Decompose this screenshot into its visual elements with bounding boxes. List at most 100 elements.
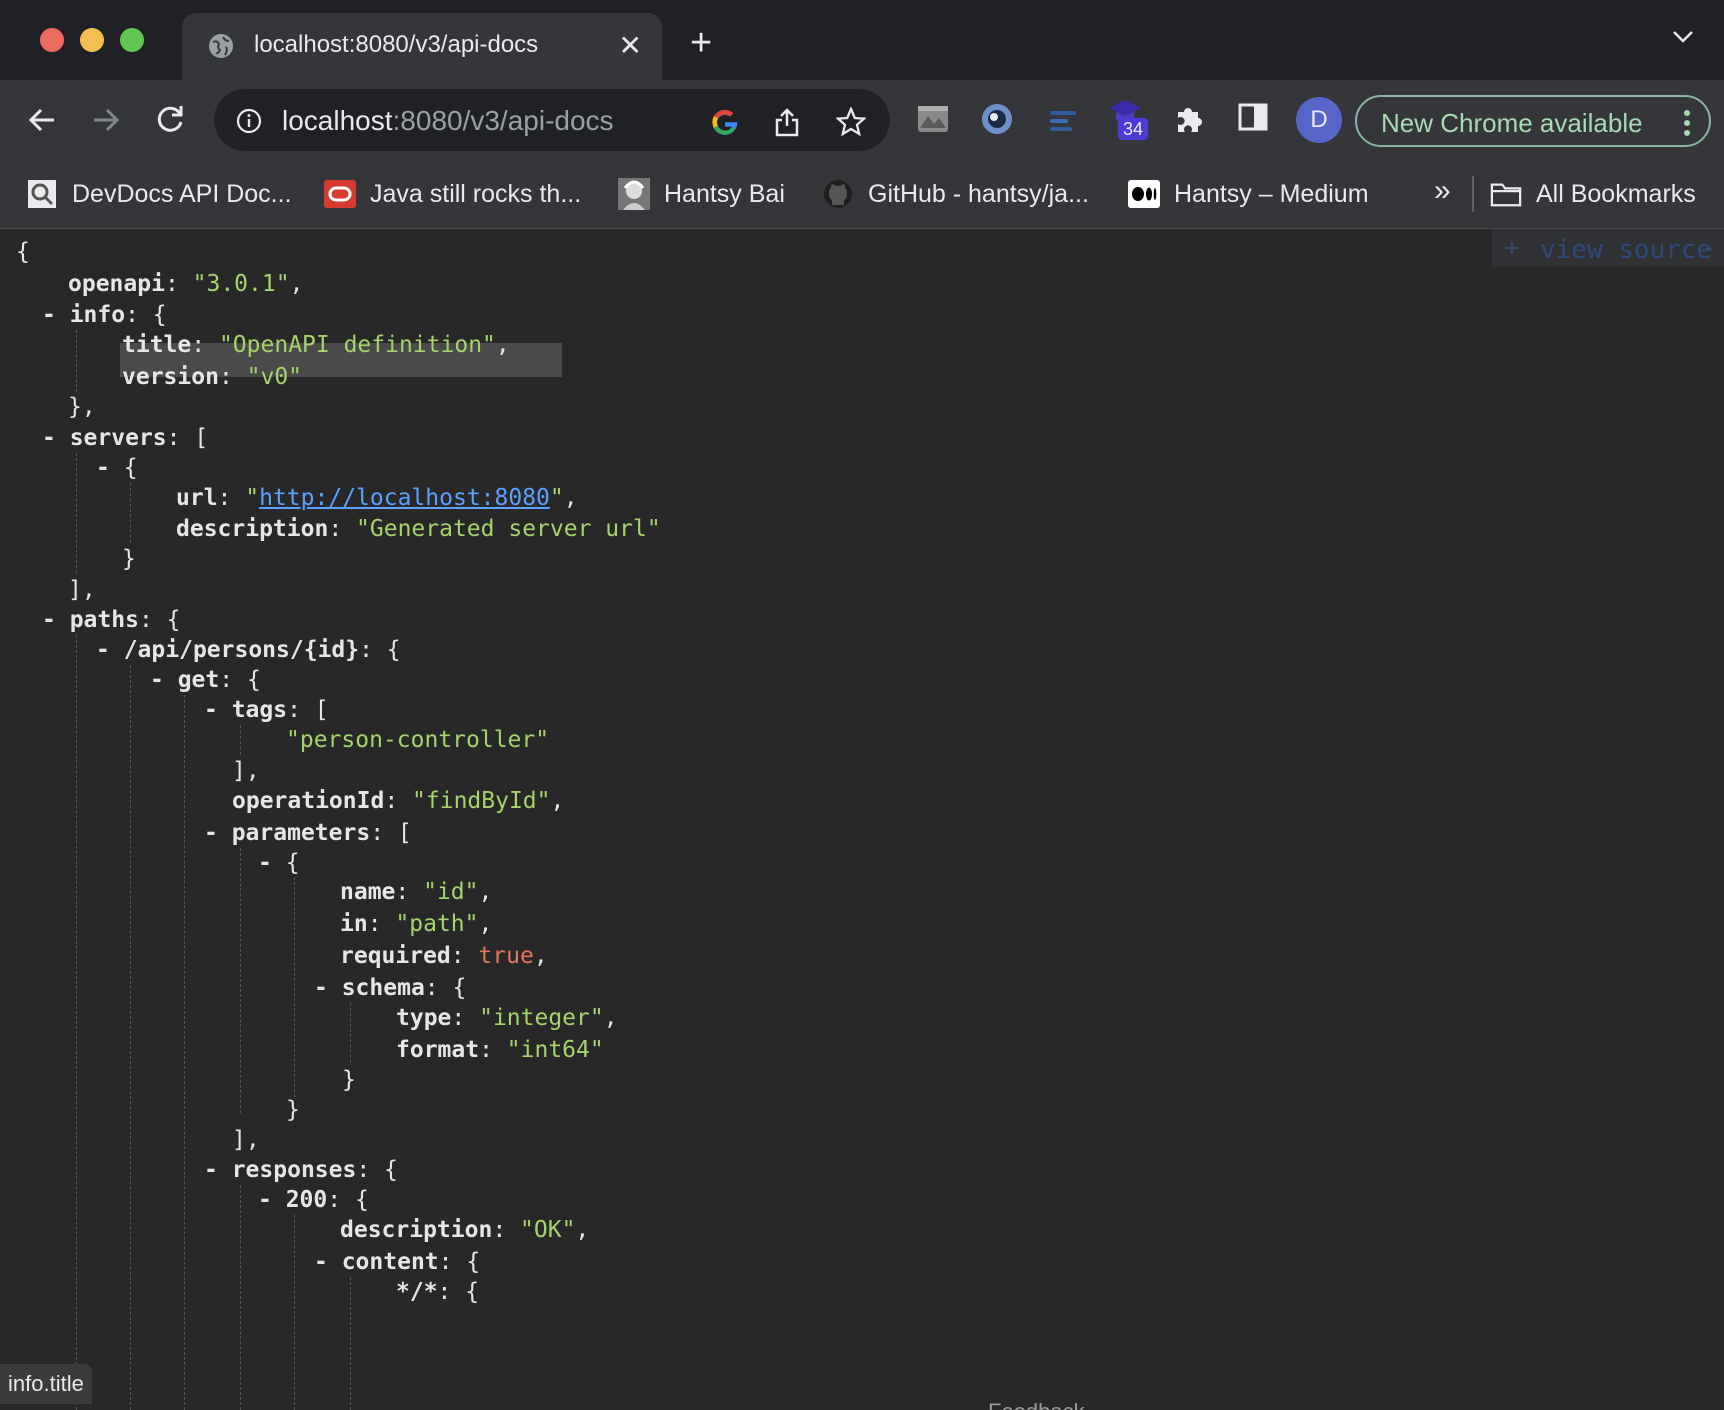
share-icon[interactable] xyxy=(774,107,800,137)
collapse-toggle[interactable]: - xyxy=(96,637,124,663)
json-line: - servers: [ xyxy=(42,425,209,451)
json-string: "3.0.1" xyxy=(192,271,290,297)
json-string: "id" xyxy=(423,879,479,905)
collapse-toggle[interactable]: - xyxy=(314,975,342,1001)
indent-guide xyxy=(350,1003,351,1063)
json-line: - schema: { xyxy=(314,975,467,1001)
collapse-toggle[interactable]: - xyxy=(258,1187,286,1213)
collapse-icon[interactable]: - xyxy=(1700,233,1716,263)
chevron-down-icon[interactable] xyxy=(1672,30,1694,44)
bookmark-devdocs[interactable]: DevDocs API Doc... xyxy=(26,176,292,212)
tab-close-icon[interactable]: ✕ xyxy=(619,29,642,62)
json-line: required: true, xyxy=(340,943,548,969)
json-line: - get: { xyxy=(150,667,261,693)
bookmarks-overflow-button[interactable]: » xyxy=(1434,174,1451,208)
expand-icon[interactable]: + xyxy=(1504,233,1520,263)
indent-guide xyxy=(76,635,77,1410)
collapse-toggle[interactable]: - xyxy=(204,820,232,846)
oracle-icon xyxy=(324,178,356,210)
indent-guide xyxy=(130,665,131,1410)
collapse-toggle[interactable]: - xyxy=(42,425,70,451)
json-line: */*: { xyxy=(396,1279,480,1305)
json-line: - 200: { xyxy=(258,1187,369,1213)
collapse-toggle[interactable]: - xyxy=(314,1249,342,1275)
minimize-window-button[interactable] xyxy=(80,28,104,52)
json-string: "person-controller" xyxy=(286,727,550,753)
new-tab-button[interactable]: + xyxy=(690,24,712,62)
update-chrome-button[interactable]: New Chrome available xyxy=(1355,95,1711,147)
indent-guide xyxy=(76,330,77,392)
json-line: - { xyxy=(96,455,138,481)
json-line: ], xyxy=(232,1127,260,1153)
extension-image-icon[interactable] xyxy=(916,102,950,136)
indent-guide xyxy=(294,877,295,1097)
json-line: - info: { xyxy=(42,302,167,328)
json-line: - tags: [ xyxy=(204,697,329,723)
bookmarks-divider xyxy=(1472,176,1474,212)
collapse-toggle[interactable]: - xyxy=(204,697,232,723)
close-window-button[interactable] xyxy=(40,28,64,52)
json-string: "OK" xyxy=(520,1217,576,1243)
json-brace: { xyxy=(16,239,30,265)
json-key: parameters xyxy=(231,820,371,846)
kebab-menu-icon[interactable] xyxy=(1683,109,1691,137)
json-key: paths xyxy=(69,607,139,633)
tab-active[interactable]: localhost:8080/v3/api-docs ✕ xyxy=(182,13,662,80)
json-string: "findById" xyxy=(412,788,551,814)
collapse-toggle[interactable]: - xyxy=(42,302,70,328)
medium-icon xyxy=(1128,178,1160,210)
zoom-window-button[interactable] xyxy=(120,28,144,52)
all-bookmarks-label: All Bookmarks xyxy=(1536,179,1696,208)
bookmark-star-icon[interactable] xyxy=(836,107,866,137)
view-source-button[interactable]: + view source - xyxy=(1492,229,1724,267)
bookmark-hantsy-bai[interactable]: Hantsy Bai xyxy=(618,176,785,212)
bookmark-oracle[interactable]: Java still rocks th... xyxy=(324,176,581,212)
json-viewer: + view source - { openapi: "3.0.1", - in… xyxy=(0,229,1724,1410)
json-key: in xyxy=(340,911,368,937)
collapse-toggle[interactable]: - xyxy=(96,455,124,481)
extension-lines-icon[interactable] xyxy=(1046,102,1080,136)
google-lens-icon[interactable] xyxy=(710,107,740,137)
json-key: tags xyxy=(231,697,288,723)
forward-arrow-icon[interactable] xyxy=(88,102,124,138)
puzzle-icon[interactable] xyxy=(1174,102,1206,136)
tab-strip: localhost:8080/v3/api-docs ✕ + xyxy=(0,0,1724,80)
bookmark-label: Java still rocks th... xyxy=(370,179,582,208)
json-line: - content: { xyxy=(314,1249,481,1275)
update-label: New Chrome available xyxy=(1381,108,1643,138)
json-line: description: "Generated server url" xyxy=(176,516,661,542)
json-line: openapi: "3.0.1", xyxy=(68,271,304,297)
json-key: format xyxy=(396,1037,480,1063)
json-string: "path" xyxy=(395,911,479,937)
all-bookmarks-button[interactable]: All Bookmarks xyxy=(1490,176,1696,212)
json-line: - { xyxy=(258,850,300,876)
extension-circle-icon[interactable] xyxy=(980,102,1014,136)
collapse-toggle[interactable]: - xyxy=(150,667,178,693)
address-bar[interactable]: localhost:8080/v3/api-docs xyxy=(214,89,890,151)
reload-icon[interactable] xyxy=(152,102,188,138)
url-host: localhost xyxy=(282,105,393,136)
json-key: info xyxy=(69,302,126,328)
bookmark-github[interactable]: GitHub - hantsy/ja... xyxy=(822,176,1089,212)
collapse-toggle[interactable]: - xyxy=(258,850,286,876)
json-line: description: "OK", xyxy=(340,1217,590,1243)
json-line: }, xyxy=(68,394,96,420)
bookmark-label: Hantsy Bai xyxy=(664,179,785,208)
json-key: title xyxy=(122,332,192,358)
extension-badge-button[interactable]: 34 xyxy=(1108,98,1154,142)
collapse-toggle[interactable]: - xyxy=(204,1157,232,1183)
side-panel-icon[interactable] xyxy=(1238,102,1268,132)
toolbar: localhost:8080/v3/api-docs 34 D New Chro… xyxy=(0,80,1724,160)
bookmark-medium[interactable]: Hantsy – Medium xyxy=(1128,176,1369,212)
indent-guide xyxy=(294,1215,295,1410)
json-line: } xyxy=(342,1067,356,1093)
json-key: name xyxy=(340,879,396,905)
collapse-toggle[interactable]: - xyxy=(42,607,70,633)
profile-avatar[interactable]: D xyxy=(1296,97,1342,143)
feedback-link[interactable]: Feedback xyxy=(988,1399,1085,1410)
server-url-link[interactable]: http://localhost:8080 xyxy=(259,485,550,511)
json-line: format: "int64" xyxy=(396,1037,604,1063)
back-arrow-icon[interactable] xyxy=(24,102,60,138)
site-info-icon[interactable] xyxy=(236,108,262,134)
folder-icon xyxy=(1490,178,1522,210)
